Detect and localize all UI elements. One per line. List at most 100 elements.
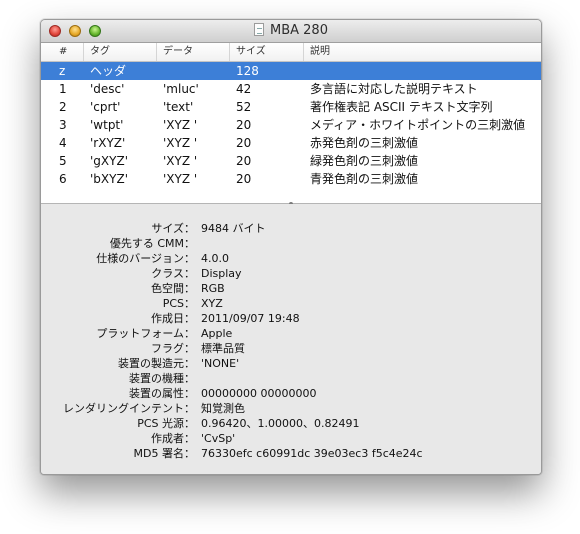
detail-label: 装置の製造元： <box>118 357 195 370</box>
detail-value: 知覚測色 <box>201 402 245 415</box>
table-row[interactable]: 1 'desc' 'mluc' 42 多言語に対応した説明テキスト <box>41 80 541 98</box>
row-size: 42 <box>236 82 252 96</box>
detail-row-creator: 作成者： 'CvSp' <box>41 431 541 447</box>
detail-value: 0.96420、1.00000、0.82491 <box>201 417 360 430</box>
detail-row-created: 作成日： 2011/09/07 19:48 <box>41 311 541 327</box>
row-description: メディア・ホワイトポイントの三刺激値 <box>310 118 526 132</box>
row-data-type: 'mluc' <box>163 82 199 96</box>
detail-row-spec-version: 仕様のバージョン： 4.0.0 <box>41 251 541 267</box>
row-number: 5 <box>59 154 67 168</box>
detail-value: 9484 バイト <box>201 222 266 235</box>
column-header-data[interactable]: データ <box>157 43 230 61</box>
detail-label: 色空間： <box>151 282 195 295</box>
detail-label: 作成者： <box>151 432 195 445</box>
row-size: 20 <box>236 118 252 132</box>
detail-label: PCS： <box>162 297 195 310</box>
detail-row-flags: フラグ： 標準品質 <box>41 341 541 357</box>
detail-value: XYZ <box>201 297 223 310</box>
detail-label: プラットフォーム： <box>96 327 195 340</box>
row-data-type <box>157 62 230 80</box>
row-tag: 'rXYZ' <box>90 136 126 150</box>
detail-row-pcs: PCS： XYZ <box>41 296 541 312</box>
detail-row-device-manufacturer: 装置の製造元： 'NONE' <box>41 356 541 372</box>
column-header-number[interactable]: # <box>41 43 84 61</box>
row-data-type: 'XYZ ' <box>163 154 198 168</box>
profile-info-panel: サイズ： 9484 バイト 優先する CMM： 仕様のバージョン： 4.0.0 … <box>41 204 541 474</box>
row-number: 2 <box>59 100 67 114</box>
detail-label: MD5 署名： <box>133 447 195 460</box>
column-header-description[interactable]: 説明 <box>304 43 541 61</box>
detail-row-md5: MD5 署名： 76330efc c60991dc 39e03ec3 f5c4e… <box>41 446 541 462</box>
tag-table: # タグ データ サイズ 説明 z ヘッダ 128 1 'desc' 'mluc… <box>41 43 541 206</box>
row-number: 6 <box>59 172 67 186</box>
detail-label: 優先する CMM： <box>109 237 195 250</box>
row-data-type: 'XYZ ' <box>163 118 198 132</box>
row-description: 著作権表記 ASCII テキスト文字列 <box>310 100 493 114</box>
row-size: 20 <box>236 154 252 168</box>
row-description: 緑発色剤の三刺激値 <box>310 154 419 168</box>
detail-value: 4.0.0 <box>201 252 229 265</box>
detail-label: 仕様のバージョン： <box>96 252 195 265</box>
detail-label: クラス： <box>151 267 195 280</box>
detail-label: 装置の機種： <box>129 372 195 385</box>
detail-row-rendering-intent: レンダリングインテント： 知覚測色 <box>41 401 541 417</box>
row-tag: 'desc' <box>90 82 125 96</box>
detail-row-device-model: 装置の機種： <box>41 371 541 387</box>
detail-label: 作成日： <box>151 312 195 325</box>
detail-label: PCS 光源： <box>137 417 195 430</box>
table-row[interactable]: 5 'gXYZ' 'XYZ ' 20 緑発色剤の三刺激値 <box>41 152 541 170</box>
row-size: 20 <box>236 172 252 186</box>
row-description: 赤発色剤の三刺激値 <box>310 136 419 150</box>
row-tag: 'wtpt' <box>90 118 124 132</box>
row-description: 多言語に対応した説明テキスト <box>310 82 478 96</box>
row-data-type: 'XYZ ' <box>163 136 198 150</box>
detail-label: フラグ： <box>151 342 195 355</box>
detail-value: 2011/09/07 19:48 <box>201 312 300 325</box>
detail-row-color-space: 色空間： RGB <box>41 281 541 297</box>
row-number: z <box>59 64 66 78</box>
title-bar[interactable]: MBA 280 <box>41 20 541 43</box>
row-tag: 'gXYZ' <box>90 154 128 168</box>
table-row[interactable]: 6 'bXYZ' 'XYZ ' 20 青発色剤の三刺激値 <box>41 170 541 188</box>
table-row[interactable]: z ヘッダ 128 <box>41 62 541 80</box>
detail-row-preferred-cmm: 優先する CMM： <box>41 236 541 252</box>
row-tag: ヘッダ <box>90 64 127 78</box>
row-number: 1 <box>59 82 67 96</box>
detail-value: Apple <box>201 327 233 340</box>
row-data-type: 'XYZ ' <box>163 172 198 186</box>
table-row[interactable]: 3 'wtpt' 'XYZ ' 20 メディア・ホワイトポイントの三刺激値 <box>41 116 541 134</box>
row-tag: 'bXYZ' <box>90 172 128 186</box>
detail-row-platform: プラットフォーム： Apple <box>41 326 541 342</box>
detail-label: サイズ： <box>151 222 195 235</box>
detail-row-size: サイズ： 9484 バイト <box>41 221 541 237</box>
detail-value: Display <box>201 267 242 280</box>
row-number: 3 <box>59 118 67 132</box>
detail-row-pcs-illuminant: PCS 光源： 0.96420、1.00000、0.82491 <box>41 416 541 432</box>
detail-value: 76330efc c60991dc 39e03ec3 f5c4e24c <box>201 447 423 460</box>
table-header: # タグ データ サイズ 説明 <box>41 43 541 62</box>
row-size: 20 <box>236 136 252 150</box>
row-description <box>304 62 541 80</box>
detail-value: 00000000 00000000 <box>201 387 317 400</box>
detail-row-device-attributes: 装置の属性： 00000000 00000000 <box>41 386 541 402</box>
window-title-container: MBA 280 <box>41 23 541 39</box>
detail-value: 'NONE' <box>201 357 240 370</box>
row-data-type: 'text' <box>163 100 194 114</box>
row-tag: 'cprt' <box>90 100 121 114</box>
detail-value: RGB <box>201 282 225 295</box>
table-row[interactable]: 4 'rXYZ' 'XYZ ' 20 赤発色剤の三刺激値 <box>41 134 541 152</box>
detail-value: 'CvSp' <box>201 432 236 445</box>
row-number: 4 <box>59 136 67 150</box>
column-header-tag[interactable]: タグ <box>84 43 157 61</box>
detail-label: レンダリングインテント： <box>63 402 195 415</box>
table-row[interactable]: 2 'cprt' 'text' 52 著作権表記 ASCII テキスト文字列 <box>41 98 541 116</box>
detail-value: 標準品質 <box>201 342 245 355</box>
row-size: 128 <box>236 64 259 78</box>
row-size: 52 <box>236 100 252 114</box>
detail-label: 装置の属性： <box>129 387 195 400</box>
column-header-size[interactable]: サイズ <box>230 43 304 61</box>
detail-row-class: クラス： Display <box>41 266 541 282</box>
window-title: MBA 280 <box>270 23 328 38</box>
profile-window: MBA 280 # タグ データ サイズ 説明 z ヘッダ 128 1 'des… <box>40 19 542 475</box>
document-icon <box>254 23 264 36</box>
